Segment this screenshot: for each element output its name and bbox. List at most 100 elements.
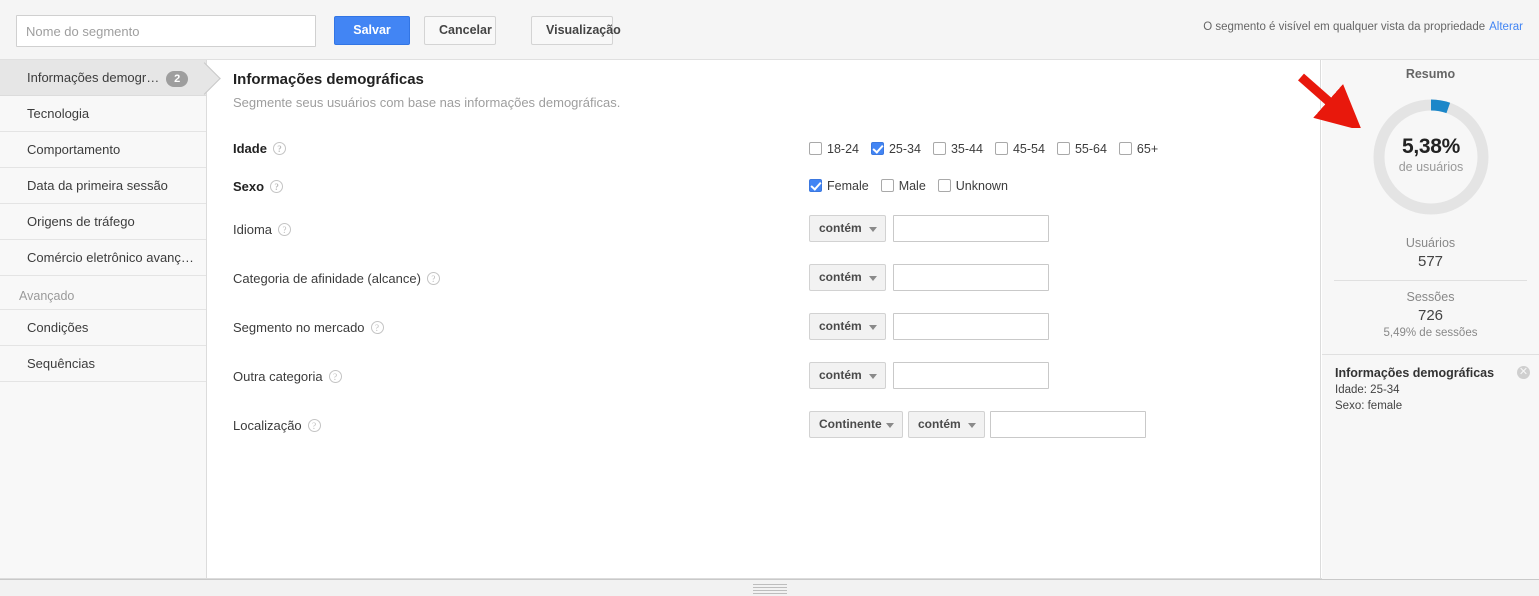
summary-card-title: Informações demográficas	[1335, 366, 1495, 380]
metric-users-value: 577	[1417, 253, 1444, 270]
sidebar-item-badge: 2	[166, 70, 189, 87]
location-operator-dropdown[interactable]: contém	[908, 411, 985, 438]
age-option-55-64[interactable]: 55-64	[1056, 141, 1107, 157]
segment-name-input[interactable]	[16, 15, 316, 47]
age-option-35-44[interactable]: 35-44	[932, 141, 983, 157]
sidebar-item-label: Informações demogr…	[27, 70, 160, 85]
donut-center-label: 5,38% de usuários	[1371, 135, 1491, 174]
other-category-label: Outra categoria?	[233, 367, 342, 387]
close-icon[interactable]: ✕	[1517, 366, 1530, 379]
checkbox-icon[interactable]	[994, 142, 1008, 155]
chevron-down-icon	[869, 374, 877, 379]
affinity-label: Categoria de afinidade (alcance)?	[233, 269, 440, 289]
sidebar-item-label: Condições	[27, 320, 89, 335]
age-option-65-plus[interactable]: 65+	[1118, 141, 1158, 157]
age-label: Idade?	[233, 139, 286, 159]
resize-grip-icon[interactable]	[753, 584, 787, 594]
chevron-down-icon	[869, 325, 877, 330]
location-label: Localização?	[233, 416, 321, 436]
language-label-text: Idioma	[233, 222, 273, 237]
gender-option-female[interactable]: Female	[809, 178, 869, 194]
checkbox-checked-icon[interactable]	[809, 179, 822, 192]
checkbox-icon[interactable]	[932, 142, 946, 155]
in-market-value-input[interactable]	[893, 313, 1049, 340]
field-row-language: Idioma? contém	[207, 215, 1320, 245]
field-row-in-market: Segmento no mercado? contém	[207, 313, 1320, 343]
help-icon[interactable]: ?	[270, 180, 284, 193]
location-value-input[interactable]	[990, 411, 1146, 438]
sidebar: Informações demogr… 2 Tecnologia Comporta…	[0, 60, 207, 579]
metric-users-name: Usuários	[1405, 236, 1456, 250]
checkbox-icon[interactable]	[809, 142, 822, 155]
sidebar-item-demographics[interactable]: Informações demogr… 2	[0, 60, 206, 96]
help-icon[interactable]: ?	[272, 142, 286, 155]
chevron-down-icon	[869, 276, 877, 281]
age-checkbox-group: 18-24 25-34 35-44 45-54 55-64 65+	[809, 140, 1170, 158]
toolbar: Salvar Cancelar Visualização O segmento …	[0, 0, 1539, 60]
help-icon[interactable]: ?	[278, 223, 292, 236]
cancel-button[interactable]: Cancelar	[424, 16, 496, 45]
language-label: Idioma?	[233, 220, 292, 240]
donut-sublabel: de usuários	[1398, 160, 1464, 174]
preview-button[interactable]: Visualização	[531, 16, 621, 45]
field-row-gender: Sexo? Female Male Unknown	[207, 175, 1320, 205]
age-option-25-34[interactable]: 25-34	[870, 141, 921, 157]
donut-percent: 5,38%	[1401, 135, 1461, 158]
location-scope-dropdown[interactable]: Continente	[809, 411, 903, 438]
change-visibility-link[interactable]: Alterar	[1489, 21, 1523, 33]
summary-card-line-age: Idade: 25-34	[1335, 384, 1400, 396]
sidebar-item-label: Tecnologia	[27, 106, 90, 121]
gender-checkbox-group: Female Male Unknown	[809, 177, 1020, 195]
sidebar-item-technology[interactable]: Tecnologia	[0, 96, 206, 132]
chevron-down-icon	[869, 227, 877, 232]
checkbox-icon[interactable]	[1056, 142, 1070, 155]
sidebar-item-label: Comércio eletrônico avanç…	[27, 250, 194, 265]
gender-label-text: Sexo	[233, 179, 265, 194]
visibility-text: O segmento é visível em qualquer vista d…	[1203, 21, 1486, 33]
checkbox-icon[interactable]	[937, 179, 951, 192]
summary-card-line-gender: Sexo: female	[1335, 400, 1403, 412]
bottom-resize-bar[interactable]	[0, 579, 1539, 596]
sidebar-item-traffic-sources[interactable]: Origens de tráfego	[0, 204, 206, 240]
sidebar-item-conditions[interactable]: Condições	[0, 310, 206, 346]
affinity-operator-dropdown[interactable]: contém	[809, 264, 886, 291]
checkbox-icon[interactable]	[880, 179, 894, 192]
main-panel: Informações demográficas Segmente seus u…	[207, 60, 1321, 579]
users-donut-chart: 5,38% de usuários	[1371, 97, 1491, 217]
other-category-value-input[interactable]	[893, 362, 1049, 389]
help-icon[interactable]: ?	[370, 321, 384, 334]
in-market-operator-dropdown[interactable]: contém	[809, 313, 886, 340]
sidebar-item-label: Comportamento	[27, 142, 121, 157]
gender-option-unknown[interactable]: Unknown	[937, 178, 1008, 194]
age-option-18-24[interactable]: 18-24	[809, 141, 859, 157]
metric-sessions: Sessões 726 5,49% de sessões	[1322, 289, 1539, 341]
field-row-location: Localização? Continente contém	[207, 411, 1320, 441]
chevron-down-icon	[968, 423, 976, 428]
language-value-input[interactable]	[893, 215, 1049, 242]
checkbox-icon[interactable]	[1118, 142, 1132, 155]
gender-option-male[interactable]: Male	[880, 178, 926, 194]
age-option-45-54[interactable]: 45-54	[994, 141, 1045, 157]
sidebar-item-label: Sequências	[27, 356, 95, 371]
summary-divider	[1334, 280, 1527, 281]
summary-title: Resumo	[1405, 67, 1456, 81]
affinity-value-input[interactable]	[893, 264, 1049, 291]
field-row-age: Idade? 18-24 25-34 35-44 45-54 55-64 65+	[207, 137, 1320, 167]
other-category-operator-dropdown[interactable]: contém	[809, 362, 886, 389]
save-button[interactable]: Salvar	[334, 16, 410, 45]
sidebar-item-first-session-date[interactable]: Data da primeira sessão	[0, 168, 206, 204]
summary-filter-card: ✕ Informações demográficas Idade: 25-34 …	[1322, 354, 1539, 427]
help-icon[interactable]: ?	[426, 272, 440, 285]
field-row-affinity: Categoria de afinidade (alcance)? contém	[207, 264, 1320, 294]
help-icon[interactable]: ?	[307, 419, 321, 432]
sidebar-item-enhanced-ecommerce[interactable]: Comércio eletrônico avanç…	[0, 240, 206, 276]
metric-users: Usuários 577	[1322, 235, 1539, 271]
summary-panel: Resumo 5,38% de usuários Usuários 577 Se…	[1322, 60, 1539, 579]
gender-label: Sexo?	[233, 177, 284, 197]
sidebar-item-sequences[interactable]: Sequências	[0, 346, 206, 382]
language-operator-dropdown[interactable]: contém	[809, 215, 886, 242]
sidebar-item-behavior[interactable]: Comportamento	[0, 132, 206, 168]
help-icon[interactable]: ?	[328, 370, 342, 383]
other-category-label-text: Outra categoria	[233, 369, 323, 384]
checkbox-checked-icon[interactable]	[870, 142, 884, 155]
